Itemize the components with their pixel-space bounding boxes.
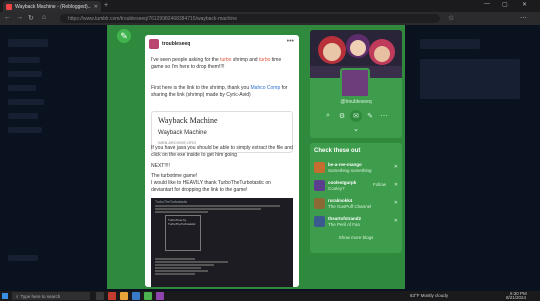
reblog-text-lines [155, 205, 287, 214]
app-icon[interactable] [156, 292, 164, 300]
taskbar: ⌕ Type here to search 63°F Mostly cloudy… [0, 291, 540, 301]
taskbar-search[interactable]: ⌕ Type here to search [12, 292, 90, 300]
list-item[interactable]: theartofstrand2 The Peril of Fan ✕ [314, 215, 400, 229]
close-window-icon[interactable]: ✕ [522, 1, 527, 8]
bookmark-icon[interactable]: ☆ [448, 14, 454, 22]
search-icon: ⌕ [16, 293, 19, 299]
task-view-icon[interactable] [96, 292, 104, 300]
browser-tab-bar: Wayback Machine - (Reblogged)... ✕ + — ▢… [0, 0, 540, 12]
blog-avatar[interactable] [340, 68, 370, 98]
windows-start-icon[interactable] [2, 293, 8, 299]
app-icon[interactable] [132, 292, 140, 300]
list-item[interactable]: be-a-ree-mango Something something ✕ [314, 161, 400, 175]
recommended-blogs: Check these out be-a-ree-mango Something… [310, 143, 402, 253]
post-paragraph-4: The turbotime game! [151, 173, 198, 179]
app-icon[interactable] [144, 292, 152, 300]
weather-status[interactable]: 63°F Mostly cloudy [410, 293, 448, 298]
dismiss-icon[interactable]: ✕ [394, 164, 398, 170]
post-paragraph-3: If you have java you should be able to s… [151, 145, 293, 158]
list-item[interactable]: ruralmokk4 The GusPuff Channel ✕ [314, 197, 400, 211]
folder-icon[interactable] [120, 292, 128, 300]
message-icon[interactable]: ✉ [350, 110, 362, 122]
dismiss-icon[interactable]: ✕ [394, 182, 398, 188]
browser-tab[interactable]: Wayback Machine - (Reblogged)... ✕ [3, 1, 101, 12]
chevron-down-icon[interactable]: ⌄ [310, 125, 402, 133]
avatar [314, 180, 325, 191]
minimize-icon[interactable]: — [484, 1, 490, 7]
app-icon[interactable] [108, 292, 116, 300]
link-preview-title: Wayback Machine [158, 116, 218, 125]
edit-icon[interactable]: ✎ [117, 29, 131, 43]
post-username[interactable]: troubleseeq [162, 41, 190, 47]
reblog-username: TurboTheTurbotastic [155, 200, 188, 204]
forward-icon[interactable]: → [16, 14, 23, 21]
recommended-title: Check these out [314, 148, 361, 154]
post-header: troubleseeq [149, 39, 190, 49]
embedded-image: TurboTime by TurboTheTurbotastic [165, 215, 201, 251]
avatar [314, 198, 325, 209]
embedded-screenshot: TurboTheTurbotastic TurboTime by TurboTh… [151, 198, 293, 287]
avatar[interactable] [149, 39, 159, 49]
maximize-icon[interactable]: ▢ [502, 1, 508, 8]
post-paragraph-1: I've seen people asking for the turbo sh… [151, 57, 282, 70]
tab-favicon [6, 3, 12, 10]
compose-icon[interactable]: ✎ [364, 110, 376, 122]
home-icon[interactable]: ⌂ [42, 14, 46, 21]
post-paragraph-5: I would like to HEAVILY thank TurboTheTu… [151, 180, 271, 193]
avatar [314, 216, 325, 227]
mention-link[interactable]: Mahco Comp [251, 85, 281, 91]
tag-link[interactable]: turbo [220, 57, 231, 63]
dismiss-icon[interactable]: ✕ [394, 200, 398, 206]
new-tab-icon[interactable]: + [104, 2, 108, 9]
follow-button[interactable]: Follow [373, 182, 386, 187]
more-icon[interactable]: ⋯ [378, 110, 390, 122]
post-paragraph-2: First here is the link to the shrimp, th… [151, 85, 288, 98]
avatar [314, 162, 325, 173]
list-item[interactable]: coolestgurpk Cooley? Follow ✕ [314, 179, 400, 193]
reload-icon[interactable]: ↻ [28, 14, 34, 22]
show-more-link[interactable]: Show more blogs [310, 235, 402, 240]
tag-link[interactable]: turbo [259, 57, 270, 63]
clock-date[interactable]: 8/21/2024 [506, 295, 526, 300]
post-card: troubleseeq ••• I've seen people asking … [145, 35, 299, 287]
post-paragraph-next: NEXT!!!! [151, 163, 170, 169]
blog-panel: @troubleseeq ⌕ ⚙ ✉ ✎ ⋯ ⌄ [310, 30, 402, 138]
address-bar-row: ← → ↻ ⌂ https://www.tumblr.com/troublese… [0, 12, 540, 25]
blog-name[interactable]: @troubleseeq [310, 99, 402, 105]
search-icon[interactable]: ⌕ [322, 110, 334, 122]
tab-title: Wayback Machine - (Reblogged)... [15, 3, 91, 10]
url-text: https://www.tumblr.com/troubleseeq/76129… [68, 15, 237, 22]
post-menu-icon[interactable]: ••• [287, 38, 294, 45]
back-icon[interactable]: ← [4, 14, 11, 21]
close-tab-icon[interactable]: ✕ [94, 4, 98, 10]
browser-menu-icon[interactable]: ⋯ [520, 14, 527, 22]
link-preview-subtitle: Wayback Machine [158, 130, 207, 136]
blog-toolbar: ⌕ ⚙ ✉ ✎ ⋯ [322, 109, 390, 123]
gear-icon[interactable]: ⚙ [336, 110, 348, 122]
dismiss-icon[interactable]: ✕ [394, 218, 398, 224]
url-field[interactable]: https://www.tumblr.com/troubleseeq/76129… [60, 14, 440, 23]
